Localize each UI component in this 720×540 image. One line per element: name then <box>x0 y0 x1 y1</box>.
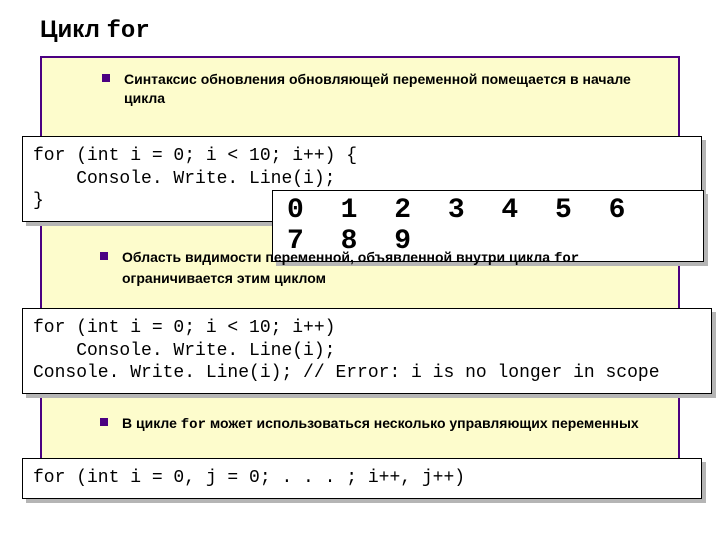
bullet-3-wrap: В цикле for может использоваться несколь… <box>40 402 680 441</box>
bullet-square-icon <box>100 418 108 426</box>
bullet-square-icon <box>100 252 108 260</box>
bullet-2-wrap: Область видимости переменной, объявленно… <box>40 236 680 294</box>
bullet-3-text: В цикле for может использоваться несколь… <box>122 414 639 435</box>
bullet-2: Область видимости переменной, объявленно… <box>40 236 680 294</box>
title-text: Цикл <box>40 16 107 43</box>
code-block-3: for (int i = 0, j = 0; . . . ; i++, j++) <box>22 458 702 499</box>
slide-title: Цикл for <box>0 0 720 45</box>
bullet-1: Синтаксис обновления обновляющей перемен… <box>42 58 678 114</box>
code-block-2: for (int i = 0; i < 10; i++) Console. Wr… <box>22 308 712 394</box>
bullet-square-icon <box>102 74 110 82</box>
bullet-1-text: Синтаксис обновления обновляющей перемен… <box>124 70 658 108</box>
bullet-2-text: Область видимости переменной, объявленно… <box>122 248 660 288</box>
title-for: for <box>107 18 150 45</box>
bullet-3: В цикле for может использоваться несколь… <box>40 402 680 441</box>
